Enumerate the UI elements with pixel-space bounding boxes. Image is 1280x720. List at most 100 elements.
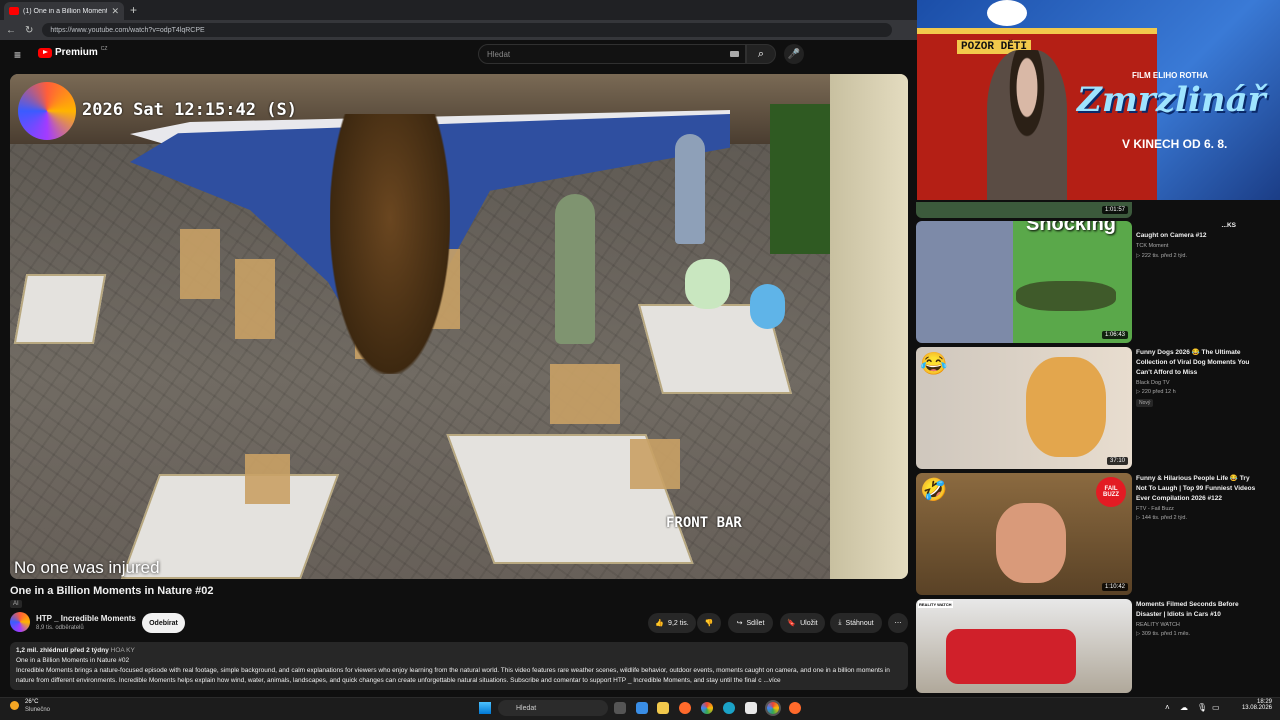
video-caption: No one was injured: [14, 558, 160, 577]
search-input[interactable]: Hledat: [478, 44, 746, 64]
widgets-icon[interactable]: [636, 702, 648, 714]
chair: [630, 439, 680, 489]
chair: [245, 454, 290, 504]
alligator-shape: [1016, 281, 1116, 311]
display-icon[interactable]: ▭: [1212, 703, 1220, 712]
person-standing: [555, 194, 595, 344]
keyboard-icon[interactable]: [730, 51, 739, 57]
search-icon: ⌕: [757, 47, 765, 60]
recommendation-channel[interactable]: FTV - Fail Buzz: [1136, 506, 1174, 512]
file-explorer-icon[interactable]: [657, 702, 669, 714]
description-body: Incredible Moments brings a nature-focus…: [16, 667, 890, 684]
video-player[interactable]: 2026 Sat 12:15:42 (S) FRONT BAR No one w…: [10, 74, 908, 579]
download-label: Stáhnout: [845, 619, 874, 627]
dislike-button[interactable]: 👎: [697, 613, 721, 633]
recommendation-meta: ▷ 309 tis. před 1 měs.: [1136, 631, 1191, 637]
search-button[interactable]: ⌕: [746, 44, 776, 64]
back-icon[interactable]: ←: [6, 25, 16, 36]
video-duration: 1:06:43: [1101, 331, 1128, 339]
recommendation-title-partial[interactable]: ...KS: [1178, 221, 1236, 231]
taskbar-search[interactable]: Hledat: [498, 700, 608, 716]
recommendation-thumbnail-partial[interactable]: 1:01:57: [916, 202, 1132, 218]
task-view-icon[interactable]: [614, 702, 626, 714]
ad-character: [987, 50, 1067, 200]
tab-close-icon[interactable]: ✕: [111, 6, 119, 17]
bar-stool: [235, 259, 275, 339]
more-actions-button[interactable]: ⋯: [888, 613, 908, 633]
sun-icon[interactable]: [10, 701, 19, 710]
firefox-icon[interactable]: [789, 702, 801, 714]
ai-badge: AI: [10, 600, 22, 608]
ceiling-fan-blade: [330, 114, 450, 374]
recommendation-title[interactable]: Funny Dogs 2026 😂 The Ultimate Collectio…: [1136, 348, 1262, 378]
video-title: One in a Billion Moments in Nature #02: [10, 585, 214, 597]
recommendation-title[interactable]: Funny & Hilarious People Life 😂 Try Not …: [1136, 474, 1262, 504]
video-duration: 37:10: [1106, 457, 1128, 465]
share-icon: ↪: [736, 620, 743, 627]
country-code: CZ: [100, 45, 108, 52]
url-field[interactable]: https://www.youtube.com/watch?v=odpT4lqR…: [42, 23, 893, 37]
cloud-icon[interactable]: ☁: [1180, 703, 1188, 712]
hashtag[interactable]: HOA KY: [111, 647, 135, 654]
save-button[interactable]: 🔖 Uložit: [780, 613, 825, 633]
channel-name[interactable]: HTP _ Incredible Moments: [36, 614, 136, 623]
recommendation-meta: ▷ 222 tis. před 2 týd.: [1136, 253, 1188, 259]
reload-icon[interactable]: ↻: [25, 25, 33, 36]
show-more-link[interactable]: ...více: [763, 677, 780, 684]
chrome-active-icon[interactable]: [767, 702, 779, 714]
person-shape: [996, 503, 1066, 583]
person-walking: [675, 134, 705, 244]
recommendation-thumbnail[interactable]: Shocking 1:06:43: [916, 221, 1132, 343]
youtube-premium-logo[interactable]: Premium CZ: [38, 45, 108, 58]
voice-search-button[interactable]: 🎤: [784, 44, 804, 64]
chrome-icon[interactable]: [701, 702, 713, 714]
mic-icon: 🎤: [787, 48, 801, 60]
taskbar-clock[interactable]: 18:29 13.08.2026: [1228, 699, 1272, 711]
address-bar-row: ← ↻ https://www.youtube.com/watch?v=odpT…: [0, 20, 917, 40]
recommendation-channel[interactable]: Black Dog TV: [1136, 380, 1170, 386]
channel-avatar[interactable]: [10, 612, 30, 632]
sidebar-scrollbar[interactable]: [1272, 200, 1278, 690]
tray-expand-icon[interactable]: ˄: [1165, 703, 1170, 712]
recommendation-title[interactable]: Moments Filmed Seconds Before Disaster |…: [1136, 600, 1262, 620]
subscribe-button[interactable]: Odebírat: [142, 613, 185, 633]
ad-mascot: [987, 0, 1027, 26]
weather-desc[interactable]: Slunečno: [25, 707, 50, 713]
menu-icon[interactable]: ≡: [14, 48, 21, 62]
recommendation-thumbnail[interactable]: 😂 37:10: [916, 347, 1132, 469]
firefox-icon[interactable]: [679, 702, 691, 714]
share-button[interactable]: ↪ Sdílet: [728, 613, 773, 633]
thumbs-down-icon: 👎: [704, 620, 714, 627]
new-tab-button[interactable]: +: [130, 3, 137, 17]
recommendation-channel[interactable]: TCK Moment: [1136, 243, 1168, 249]
recommendation-thumbnail[interactable]: REALITY WATCH: [916, 599, 1132, 693]
windows-start-icon[interactable]: [479, 702, 491, 714]
like-button[interactable]: 👍 9,2 tis.: [648, 613, 696, 633]
window-wall: [830, 74, 908, 579]
description-title: One in a Billion Moments in Nature #02: [16, 657, 130, 664]
tab-title: (1) One in a Billion Moments: [23, 7, 108, 15]
bar-stool: [180, 229, 220, 299]
mic-tray-icon[interactable]: 🎙: [1197, 703, 1207, 712]
movie-ad-banner[interactable]: POZOR DĚTI FILM ELIHO ROTHA Zmrzlinář V …: [917, 0, 1280, 200]
recommendation-thumbnail[interactable]: 🤣 FAIL BUZZ 1:10:42: [916, 473, 1132, 595]
recommendation-title[interactable]: Caught on Camera #12: [1136, 231, 1262, 241]
edge-icon[interactable]: [723, 702, 735, 714]
video-duration: 1:10:42: [1101, 583, 1128, 591]
browser-tab-strip: [0, 0, 917, 20]
recommendation-channel[interactable]: REALITY WATCH: [1136, 622, 1180, 628]
channel-watermark-logo: [18, 82, 76, 140]
new-badge: Nový: [1136, 399, 1154, 407]
youtube-header: [0, 40, 917, 68]
recommendation-meta: ▷ 220 před 12 h: [1136, 389, 1176, 395]
download-icon: ⤓: [838, 619, 842, 626]
video-duration: 1:01:57: [1101, 206, 1128, 214]
video-description[interactable]: 1,2 mil. zhlédnutí před 2 týdny HOA KY O…: [10, 642, 908, 690]
reality-watch-logo: REALITY WATCH: [918, 601, 953, 608]
crashed-car-shape: [946, 629, 1076, 684]
browser-tab[interactable]: (1) One in a Billion Moments ✕: [4, 2, 124, 20]
download-button[interactable]: ⤓ Stáhnout: [830, 613, 882, 633]
ad-movie-title: Zmrzlinář: [1077, 80, 1266, 120]
store-icon[interactable]: [745, 702, 757, 714]
weather-temp[interactable]: 26°C: [25, 699, 38, 705]
